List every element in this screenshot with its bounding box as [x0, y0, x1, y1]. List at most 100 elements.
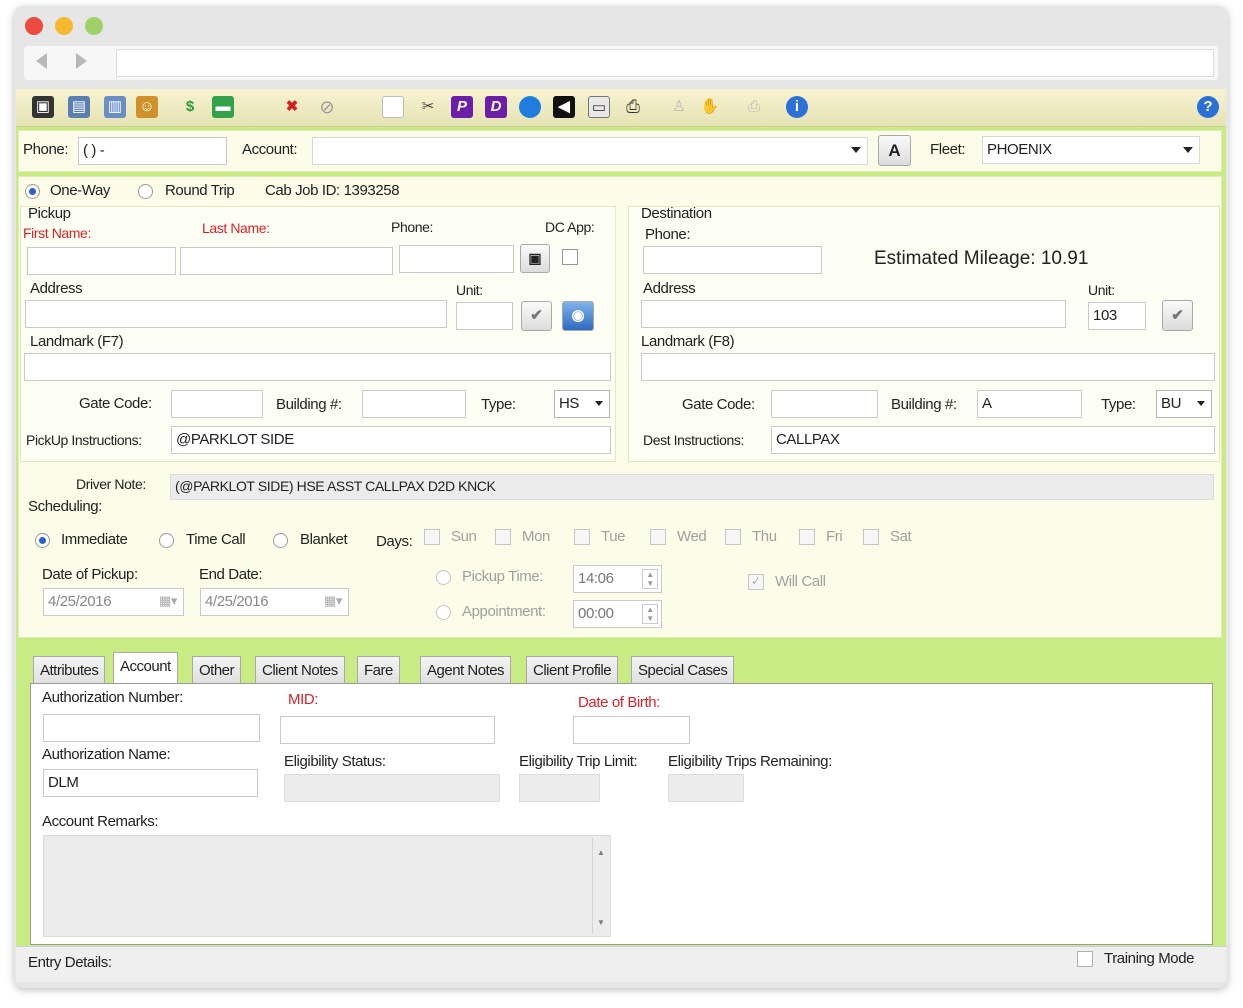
dest-type-select[interactable]: BU	[1156, 390, 1212, 418]
back-arrow-icon[interactable]: ◀	[553, 96, 575, 118]
binoculars-icon[interactable]: ▣	[32, 96, 54, 118]
dc-app-checkbox[interactable]	[562, 249, 578, 265]
date-of-birth-input[interactable]	[573, 716, 690, 744]
tab-client-profile[interactable]: Client Profile	[526, 656, 619, 684]
document-search-icon[interactable]: ▤	[68, 96, 90, 118]
help-icon[interactable]: ?	[1197, 96, 1219, 118]
pickup-time-input[interactable]: 14:06 ▲ ▼	[573, 565, 662, 593]
d-icon[interactable]: D	[485, 96, 507, 118]
eligibility-status-label: Eligibility Status:	[284, 753, 386, 770]
printer-icon[interactable]: ⎙	[622, 96, 644, 118]
minimize-window-button[interactable]	[55, 17, 73, 35]
pickup-type-value: HS	[559, 395, 580, 412]
dollar-icon[interactable]: $	[179, 96, 201, 118]
one-way-label: One-Way	[50, 182, 110, 199]
scroll-down-icon[interactable]: ▼	[597, 918, 605, 927]
tab-attributes[interactable]: Attributes	[33, 656, 106, 684]
verify-dest-address-button[interactable]: ✔	[1162, 300, 1193, 331]
day-mon-checkbox[interactable]	[495, 529, 511, 545]
day-sun-label: Sun	[451, 528, 477, 545]
one-way-radio[interactable]	[25, 184, 40, 199]
dest-gate-code-input[interactable]	[771, 390, 878, 418]
url-input[interactable]	[116, 49, 1214, 77]
blanket-radio[interactable]	[273, 533, 288, 548]
car-icon[interactable]: ▬	[212, 96, 234, 118]
authorization-number-input[interactable]	[43, 714, 260, 742]
back-arrow-icon[interactable]	[36, 53, 47, 69]
dest-unit-input[interactable]: 103	[1088, 302, 1146, 330]
delete-icon[interactable]: ✖	[281, 96, 303, 118]
zoom-window-button[interactable]	[85, 17, 103, 35]
pickup-phone-input[interactable]	[399, 245, 514, 273]
account-select[interactable]	[312, 137, 868, 165]
account-remarks-label: Account Remarks:	[42, 813, 159, 830]
last-name-input[interactable]	[180, 247, 393, 275]
day-sun-checkbox[interactable]	[424, 529, 440, 545]
chevron-down-icon	[1183, 147, 1193, 153]
day-wed-label: Wed	[677, 528, 707, 545]
time-call-radio[interactable]	[159, 533, 174, 548]
calendar-icon: ▦▾	[158, 593, 177, 608]
appointment-radio[interactable]	[436, 605, 451, 620]
pickup-unit-input[interactable]	[456, 302, 513, 330]
day-thu-checkbox[interactable]	[725, 529, 741, 545]
scroll-up-icon[interactable]: ▲	[597, 848, 605, 857]
tab-client-notes[interactable]: Client Notes	[255, 656, 345, 684]
estimated-mileage: Estimated Mileage: 10.91	[874, 248, 1089, 269]
card-icon[interactable]: ▭	[588, 96, 610, 118]
dest-building-input[interactable]: A	[977, 390, 1082, 418]
caller-phone-input[interactable]: ( ) -	[78, 137, 227, 165]
pickup-gate-code-label: Gate Code:	[79, 395, 152, 412]
day-wed-checkbox[interactable]	[650, 529, 666, 545]
blank-document-icon[interactable]	[382, 96, 404, 118]
dest-landmark-input[interactable]	[641, 353, 1215, 381]
close-window-button[interactable]	[25, 17, 43, 35]
will-call-checkbox[interactable]: ✓	[748, 574, 764, 590]
day-tue-checkbox[interactable]	[574, 529, 590, 545]
cancel-icon[interactable]: ⊘	[316, 96, 338, 118]
account-remarks-textarea[interactable]: ▲ ▼	[43, 835, 611, 937]
end-date-picker[interactable]: 4/25/2016 ▦▾	[200, 588, 349, 616]
map-lookup-button[interactable]: ◉	[562, 301, 594, 331]
fleet-select[interactable]: PHOENIX	[982, 136, 1200, 164]
tab-account[interactable]: Account	[113, 652, 178, 685]
verify-address-button[interactable]: ✔	[521, 301, 552, 331]
dest-address-input[interactable]	[641, 300, 1066, 328]
driver-note-label: Driver Note:	[76, 476, 146, 492]
tab-other[interactable]: Other	[192, 656, 242, 684]
pickup-address-input[interactable]	[25, 300, 447, 328]
dest-instructions-input[interactable]: CALLPAX	[771, 426, 1215, 454]
forward-arrow-icon[interactable]	[76, 53, 87, 69]
appointment-time-input[interactable]: 00:00 ▲ ▼	[573, 600, 662, 628]
pickup-time-value: 14:06	[578, 570, 614, 587]
pickup-instructions-input[interactable]: @PARKLOT SIDE	[171, 426, 611, 454]
tab-special-cases[interactable]: Special Cases	[631, 656, 735, 684]
pickup-type-select[interactable]: HS	[554, 390, 610, 418]
pickup-phone-label: Phone:	[391, 219, 433, 235]
globe-icon[interactable]	[519, 96, 541, 118]
pickup-time-radio[interactable]	[436, 570, 451, 585]
round-trip-radio[interactable]	[138, 184, 153, 199]
p-icon[interactable]: P	[451, 96, 473, 118]
day-sat-checkbox[interactable]	[863, 529, 879, 545]
training-mode-checkbox[interactable]	[1077, 951, 1093, 967]
tab-fare[interactable]: Fare	[357, 656, 400, 684]
info-icon[interactable]: i	[786, 96, 808, 118]
user-icon[interactable]: ☺	[136, 96, 158, 118]
day-fri-checkbox[interactable]	[799, 529, 815, 545]
scrollbar[interactable]: ▲ ▼	[592, 838, 608, 934]
pickup-landmark-input[interactable]	[24, 353, 611, 381]
pickup-building-input[interactable]	[362, 390, 466, 418]
phone-lookup-button[interactable]: ▣	[520, 244, 550, 273]
tab-agent-notes[interactable]: Agent Notes	[420, 656, 512, 684]
window-icon[interactable]: ▥	[104, 96, 126, 118]
tools-icon[interactable]: ✂	[417, 96, 439, 118]
immediate-radio[interactable]	[35, 533, 50, 548]
pickup-gate-code-input[interactable]	[171, 390, 263, 418]
authorization-name-input[interactable]: DLM	[43, 769, 258, 797]
first-name-input[interactable]	[27, 247, 176, 275]
date-of-pickup-picker[interactable]: 4/25/2016 ▦▾	[43, 588, 184, 616]
account-a-button[interactable]: A	[878, 135, 911, 166]
dest-phone-input[interactable]	[643, 246, 822, 274]
mid-input[interactable]	[280, 716, 495, 744]
